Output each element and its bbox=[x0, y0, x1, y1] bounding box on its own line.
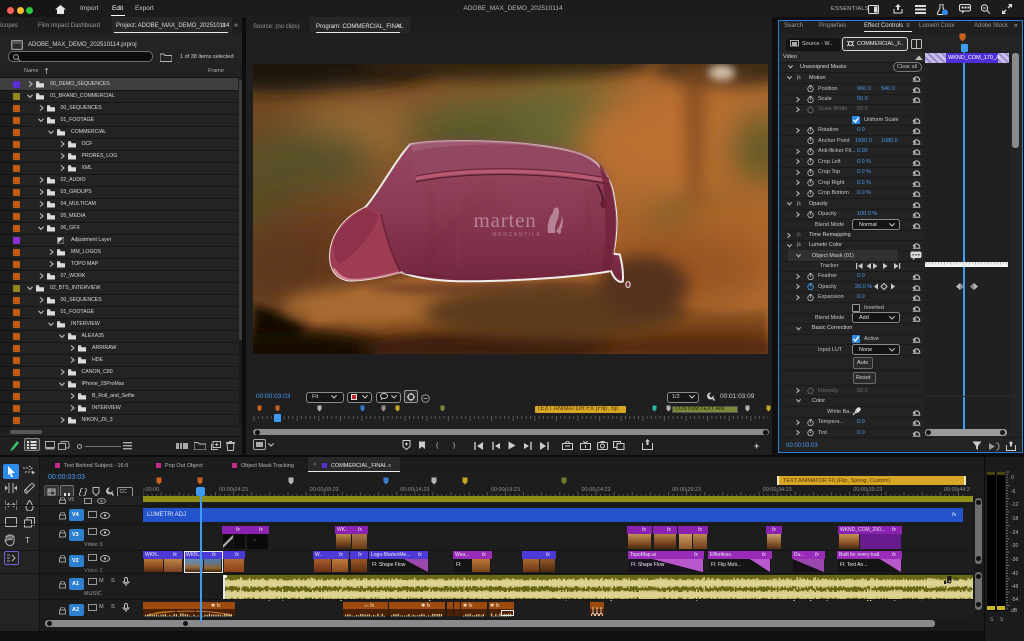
svg-text:MERCANTILE: MERCANTILE bbox=[492, 232, 541, 238]
svg-text:marten: marten bbox=[473, 208, 536, 232]
